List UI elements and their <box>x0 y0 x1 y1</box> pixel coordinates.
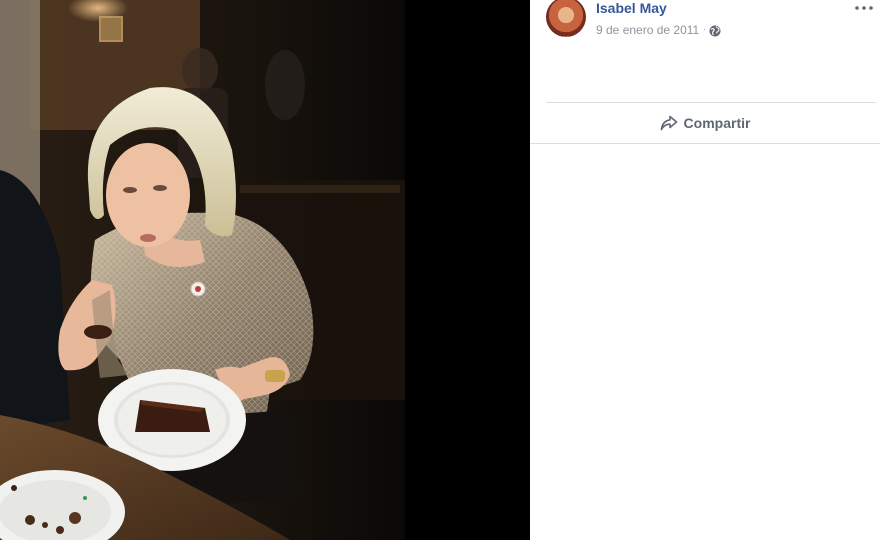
post-header: Isabel May 9 de enero de 2011 · <box>546 0 876 44</box>
post-meta: 9 de enero de 2011 · <box>596 22 721 38</box>
share-label: Compartir <box>683 115 751 131</box>
divider <box>530 143 880 144</box>
share-arrow-icon <box>660 115 678 131</box>
more-options-button[interactable] <box>852 0 876 16</box>
photo-image <box>0 0 530 540</box>
meta-separator: · <box>703 25 706 34</box>
more-dots-icon <box>855 6 873 10</box>
share-button[interactable]: Compartir <box>530 103 880 143</box>
avatar[interactable] <box>546 0 586 37</box>
post-side-panel: Isabel May 9 de enero de 2011 · Comparti… <box>530 0 880 540</box>
author-name-link[interactable]: Isabel May <box>596 0 667 16</box>
globe-icon[interactable] <box>709 24 721 37</box>
photo-viewer[interactable] <box>0 0 530 540</box>
post-date-link[interactable]: 9 de enero de 2011 <box>596 23 699 37</box>
